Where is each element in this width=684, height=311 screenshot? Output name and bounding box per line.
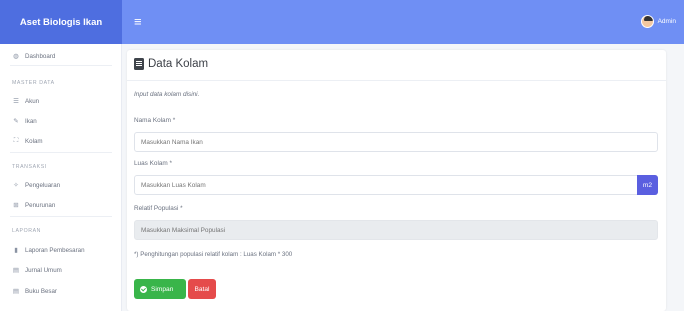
sidebar-item-label: Buku Besar bbox=[25, 287, 57, 295]
sidebar-divider bbox=[10, 216, 112, 217]
cancel-button[interactable]: Batal bbox=[188, 279, 216, 299]
sidebar-item-ikan[interactable]: ✎ Ikan bbox=[12, 117, 37, 126]
page-title-text: Data Kolam bbox=[148, 58, 209, 70]
sidebar-divider bbox=[10, 152, 112, 153]
unit-addon: m2 bbox=[637, 175, 658, 195]
user-menu[interactable]: Admin bbox=[640, 15, 676, 28]
form-hint: Input data kolam disini. bbox=[134, 91, 200, 98]
feed-icon: ✧ bbox=[13, 182, 19, 189]
book-icon: ▤ bbox=[12, 288, 20, 295]
sidebar-item-penurunan[interactable]: ⊞ Penurunan bbox=[12, 201, 56, 210]
sidebar-item-akun[interactable]: ☰ Akun bbox=[12, 97, 40, 106]
sidebar-item-kolam[interactable]: ⛶ Kolam bbox=[12, 137, 43, 145]
relatif-populasi-label: Relatif Populasi * bbox=[134, 205, 183, 212]
sidebar-section-transaksi: TRANSAKSI bbox=[12, 164, 47, 170]
document-icon bbox=[134, 58, 144, 70]
sidebar-section-master-data: MASTER DATA bbox=[12, 80, 55, 86]
journal-icon: ▤ bbox=[12, 267, 20, 274]
sidebar-item-pengeluaran[interactable]: ✧ Pengeluaran bbox=[12, 181, 61, 190]
sidebar-item-dashboard[interactable]: ◍ Dashboard bbox=[12, 52, 56, 61]
fish-icon: ✎ bbox=[13, 118, 19, 125]
sidebar-item-jurnal-umum[interactable]: ▤ Jurnal Umum bbox=[12, 266, 62, 275]
save-button-label: Simpan bbox=[151, 285, 174, 293]
sidebar-item-label: Kolam bbox=[25, 137, 43, 145]
page-title: Data Kolam bbox=[134, 58, 208, 70]
sidebar-item-label: Akun bbox=[25, 97, 40, 105]
form-note: *) Penghitungan populasi relatif kolam :… bbox=[134, 251, 293, 258]
sidebar-item-buku-besar[interactable]: ▤ Buku Besar bbox=[12, 287, 57, 296]
pond-icon: ⛶ bbox=[13, 137, 19, 144]
chart-icon: ▮ bbox=[14, 247, 18, 254]
sidebar-item-label: Laporan Pembesaran bbox=[25, 246, 85, 254]
sidebar-item-label: Dashboard bbox=[25, 52, 56, 60]
sidebar-item-label: Penurunan bbox=[25, 201, 56, 209]
top-navbar bbox=[122, 0, 684, 44]
menu-toggle-icon[interactable]: ≡ bbox=[134, 15, 142, 28]
dashboard-icon: ◍ bbox=[13, 53, 19, 60]
card-divider bbox=[127, 80, 666, 81]
nama-kolam-label: Nama Kolam * bbox=[134, 117, 176, 124]
avatar bbox=[640, 15, 654, 28]
luas-kolam-label: Luas Kolam * bbox=[134, 160, 173, 167]
user-name: Admin bbox=[657, 18, 676, 25]
save-button[interactable]: Simpan bbox=[134, 279, 186, 299]
sidebar-divider bbox=[10, 65, 112, 66]
relatif-populasi-input bbox=[134, 220, 658, 240]
list-icon: ☰ bbox=[13, 98, 19, 105]
sidebar-item-laporan-pembesaran[interactable]: ▮ Laporan Pembesaran bbox=[12, 246, 85, 255]
app-brand[interactable]: Aset Biologis Ikan bbox=[0, 0, 122, 44]
luas-kolam-input[interactable] bbox=[134, 175, 658, 195]
sidebar-item-label: Pengeluaran bbox=[25, 181, 61, 189]
nama-kolam-input[interactable] bbox=[134, 132, 658, 152]
sidebar-section-laporan: LAPORAN bbox=[12, 228, 41, 234]
sidebar-item-label: Jurnal Umum bbox=[25, 266, 62, 274]
sidebar-item-label: Ikan bbox=[25, 117, 37, 125]
cart-icon: ⊞ bbox=[13, 202, 19, 209]
check-circle-icon bbox=[140, 285, 147, 293]
